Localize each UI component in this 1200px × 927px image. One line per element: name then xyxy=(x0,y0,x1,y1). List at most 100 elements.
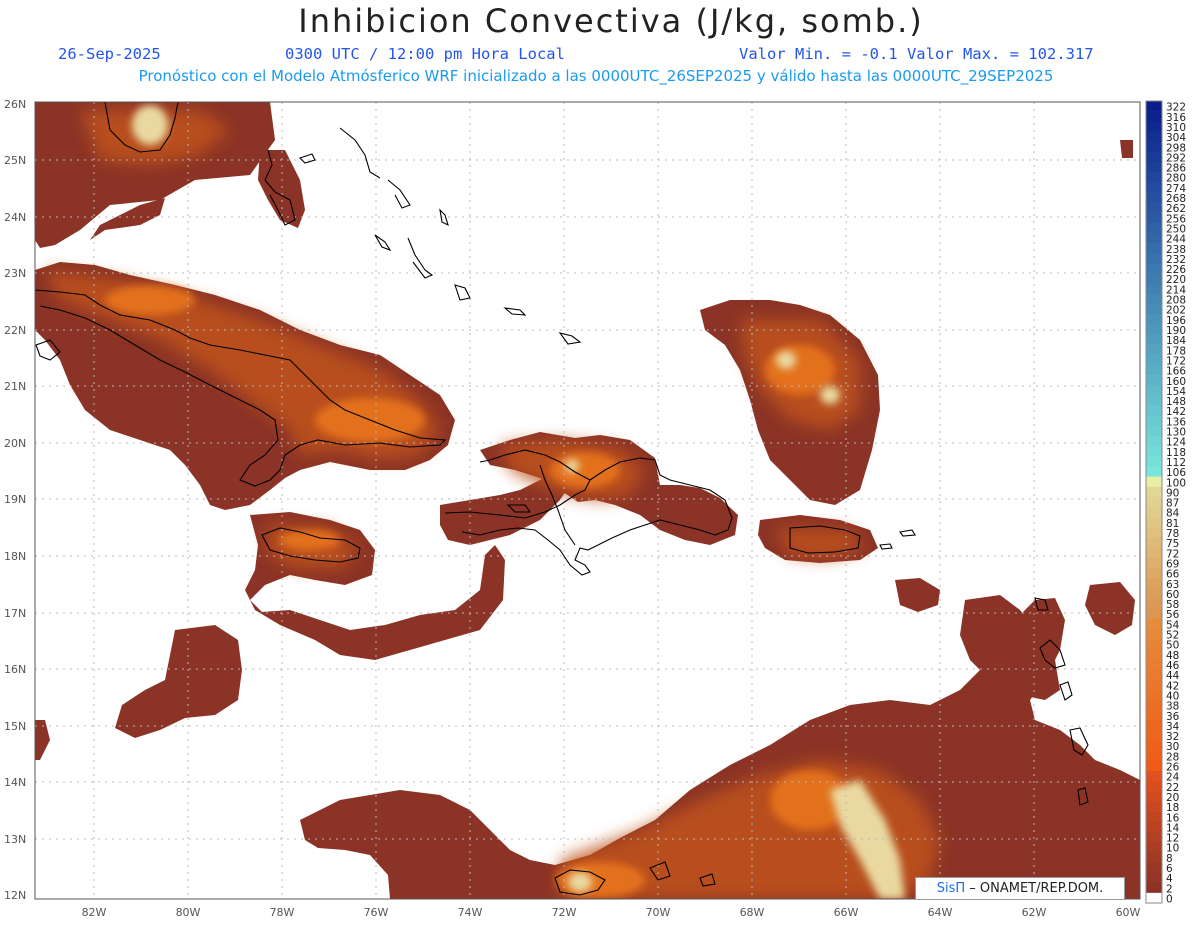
colorbar-label: 0 xyxy=(1166,894,1173,906)
peak-florida xyxy=(132,105,168,145)
colorbar-swatch xyxy=(1146,547,1162,559)
colorbar-swatch xyxy=(1146,760,1162,772)
lon-label: 70W xyxy=(646,906,671,919)
colorbar-swatch xyxy=(1146,375,1162,386)
lon-label: 68W xyxy=(740,906,765,919)
colorbar-swatch xyxy=(1146,842,1162,853)
colorbar-swatch xyxy=(1146,811,1162,823)
colorbar-swatch xyxy=(1146,385,1162,396)
colorbar-swatch xyxy=(1146,659,1162,670)
lat-label: 14N xyxy=(4,776,26,789)
colorbar-swatch xyxy=(1146,567,1162,579)
colorbar-swatch xyxy=(1146,131,1162,142)
colorbar-swatch xyxy=(1146,161,1162,173)
colorbar-swatch xyxy=(1146,446,1162,457)
colorbar-swatch xyxy=(1146,192,1162,203)
colorbar-swatch xyxy=(1146,202,1162,213)
lon-label: 64W xyxy=(928,906,953,919)
colorbar-swatch xyxy=(1146,720,1162,731)
colorbar-swatch xyxy=(1146,507,1162,518)
colorbar-swatch xyxy=(1146,344,1162,356)
lon-label: 62W xyxy=(1022,906,1047,919)
hot-west-cuba xyxy=(105,285,195,315)
lat-label: 19N xyxy=(4,493,26,506)
colorbar-swatch xyxy=(1146,476,1162,488)
lat-label: 17N xyxy=(4,607,26,620)
colorbar-swatch xyxy=(1146,111,1162,122)
colorbar-swatch xyxy=(1146,243,1162,254)
lon-label: 80W xyxy=(176,906,201,919)
colorbar-swatch xyxy=(1146,334,1162,345)
lon-label: 82W xyxy=(82,906,107,919)
lon-label: 76W xyxy=(364,906,389,919)
lat-label: 13N xyxy=(4,833,26,846)
colorbar-swatch xyxy=(1146,486,1162,498)
colorbar-swatch xyxy=(1146,314,1162,325)
colorbar-swatch xyxy=(1146,882,1162,894)
colorbar-swatch xyxy=(1146,740,1162,752)
colorbar-swatch xyxy=(1146,395,1162,406)
colorbar-swatch xyxy=(1146,750,1162,762)
colorbar-swatch xyxy=(1146,517,1162,528)
colorbar-swatch xyxy=(1146,608,1162,620)
colorbar-swatch xyxy=(1146,679,1162,691)
longitude-labels: 82W 80W 78W 76W 74W 72W 70W 68W 66W 64W … xyxy=(82,906,1141,919)
colorbar-swatch xyxy=(1146,892,1162,904)
hot-cordillera xyxy=(550,452,620,488)
colorbar-swatch xyxy=(1146,273,1162,285)
colorbar-swatch xyxy=(1146,588,1162,599)
lat-label: 15N xyxy=(4,720,26,733)
colorbar-swatch xyxy=(1146,649,1162,660)
colorbar-swatch xyxy=(1146,212,1162,224)
lon-label: 66W xyxy=(834,906,859,919)
colorbar-swatch xyxy=(1146,354,1162,366)
lon-label: 74W xyxy=(458,906,483,919)
lat-label: 18N xyxy=(4,550,26,563)
colorbar-swatch xyxy=(1146,537,1162,548)
colorbar-swatch xyxy=(1146,141,1162,153)
colorbar: 3223163103042982922862802742682622562502… xyxy=(1145,100,1186,906)
colorbar-swatch xyxy=(1146,801,1162,812)
colorbar-swatch xyxy=(1146,151,1162,163)
colorbar-swatch xyxy=(1146,456,1162,467)
colorbar-swatch xyxy=(1146,852,1162,863)
colorbar-swatch xyxy=(1146,496,1162,508)
colorbar-swatch xyxy=(1146,669,1162,680)
colorbar-swatch xyxy=(1146,121,1162,132)
colorbar-swatch xyxy=(1146,557,1162,569)
colorbar-swatch xyxy=(1146,364,1162,376)
colorbar-swatch xyxy=(1146,527,1162,538)
peak-atlantic-1 xyxy=(776,351,796,369)
colorbar-swatch xyxy=(1146,466,1162,477)
peak-atlantic-2 xyxy=(820,386,840,404)
lat-label: 25N xyxy=(4,154,26,167)
colorbar-swatch xyxy=(1146,872,1162,883)
colorbar-swatch xyxy=(1146,781,1162,792)
lat-label: 23N xyxy=(4,267,26,280)
colorbar-swatch xyxy=(1146,689,1162,701)
colorbar-swatch xyxy=(1146,415,1162,427)
colorbar-swatch xyxy=(1146,628,1162,640)
sispi-logo: SisΠ xyxy=(936,881,966,896)
colorbar-swatch xyxy=(1146,232,1162,244)
hot-jamaica xyxy=(280,530,340,550)
map-canvas: 26N 25N 24N 23N 22N 21N 20N 19N 18N 17N … xyxy=(4,98,1186,919)
lat-label: 20N xyxy=(4,437,26,450)
colorbar-swatch xyxy=(1146,253,1162,264)
colorbar-swatch xyxy=(1146,862,1162,873)
colorbar-swatch xyxy=(1146,182,1162,193)
colorbar-swatch xyxy=(1146,101,1162,112)
lon-label: 78W xyxy=(270,906,295,919)
lat-label: 22N xyxy=(4,324,26,337)
lon-label: 72W xyxy=(552,906,577,919)
colorbar-swatch xyxy=(1146,304,1162,315)
colorbar-swatch xyxy=(1146,283,1162,295)
colorbar-swatch xyxy=(1146,699,1162,711)
lon-label: 60W xyxy=(1116,906,1141,919)
colorbar-swatch xyxy=(1146,293,1162,305)
colorbar-swatch xyxy=(1146,821,1162,833)
colorbar-swatch xyxy=(1146,425,1162,437)
colorbar-swatch xyxy=(1146,831,1162,843)
lat-label: 16N xyxy=(4,663,26,676)
colorbar-swatch xyxy=(1146,730,1162,741)
